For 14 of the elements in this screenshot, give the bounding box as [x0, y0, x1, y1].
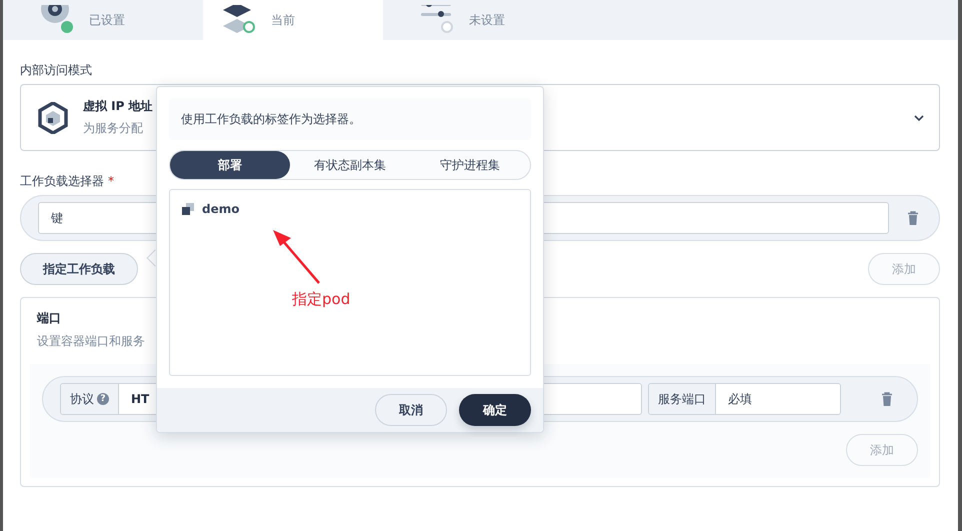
option-title: 虚拟 IP 地址 [83, 98, 153, 115]
hint-text: 使用工作负载的标签作为选择器。 [169, 98, 531, 140]
required-mark: * [108, 174, 114, 188]
ports-description: 设置容器端口和服务 [37, 333, 146, 350]
step-status: 已设置 [89, 12, 125, 28]
step-status: 未设置 [469, 12, 505, 28]
ports-title: 端口 [37, 310, 62, 327]
annotation-text: 指定pod [292, 290, 350, 309]
service-port-label: 服务端口 [658, 390, 706, 408]
step-status: 当前 [271, 12, 295, 28]
option-description: 为服务分配 [83, 120, 143, 137]
access-mode-label: 内部访问模式 [20, 62, 93, 76]
workload-selector-label: 工作负载选择器 [20, 174, 104, 188]
protocol-label: 协议 [70, 390, 94, 408]
